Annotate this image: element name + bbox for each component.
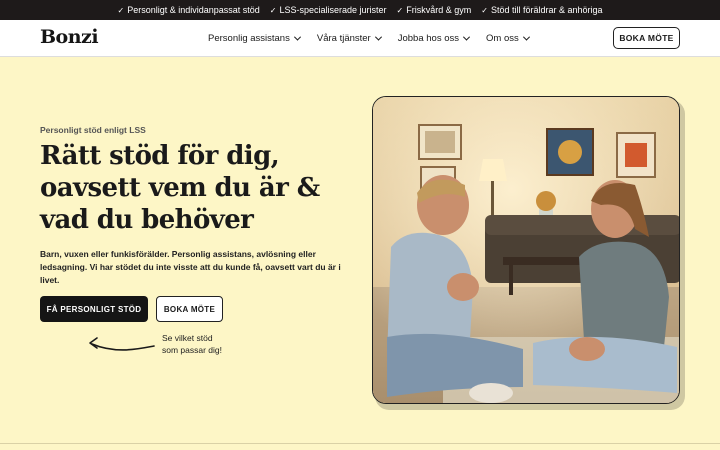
check-icon: ✓: [396, 5, 404, 15]
check-icon: ✓: [481, 5, 488, 15]
check-icon: ✓: [117, 5, 125, 15]
curved-arrow-icon: [89, 337, 155, 351]
hero-hint: Se vilket stöd som passar dig!: [162, 333, 222, 355]
get-support-button[interactable]: FÅ PERSONLIGT STÖD: [40, 296, 148, 322]
hero-lead: Barn, vuxen eller funkisförälder. Person…: [40, 249, 341, 285]
chevron-down-icon: [374, 33, 382, 41]
hero-headline: Rätt stöd för dig, oavsett vem du är & v…: [40, 141, 320, 235]
hero-eyebrow: Personligt stöd enligt LSS: [40, 125, 146, 135]
hero-image: [373, 97, 679, 403]
logo[interactable]: Bonzi: [40, 26, 99, 48]
menu-item-jobba-hos-oss[interactable]: Jobba hos oss: [398, 33, 471, 44]
main-menu: Personlig assistans Våra tjänster Jobba …: [208, 20, 530, 57]
usp-item: ✓ LSS-specialiserade jurister: [269, 5, 387, 15]
chevron-down-icon: [522, 33, 530, 41]
check-icon: ✓: [269, 5, 277, 15]
menu-item-om-oss[interactable]: Om oss: [486, 33, 530, 44]
menu-item-vara-tjanster[interactable]: Våra tjänster: [317, 33, 382, 44]
section-divider: [0, 443, 720, 450]
chevron-down-icon: [293, 33, 301, 41]
book-meeting-button[interactable]: BOKA MÖTE: [156, 296, 223, 322]
book-meeting-nav-button[interactable]: BOKA MÖTE: [613, 27, 680, 49]
usp-item: ✓ Friskvård & gym: [396, 5, 472, 15]
menu-item-personlig-assistans[interactable]: Personlig assistans: [208, 33, 301, 44]
announcement-bar: ✓ Personligt & individanpassat stöd ✓ LSS-…: [0, 0, 720, 20]
chevron-down-icon: [462, 33, 471, 41]
main-nav: Bonzi Personlig assistans Våra tjänster …: [0, 20, 720, 57]
usp-item: ✓ Stöd till föräldrar & anhöriga: [481, 5, 603, 15]
hero-photo: [372, 96, 680, 404]
usp-item: ✓ Personligt & individanpassat stöd: [117, 5, 260, 15]
